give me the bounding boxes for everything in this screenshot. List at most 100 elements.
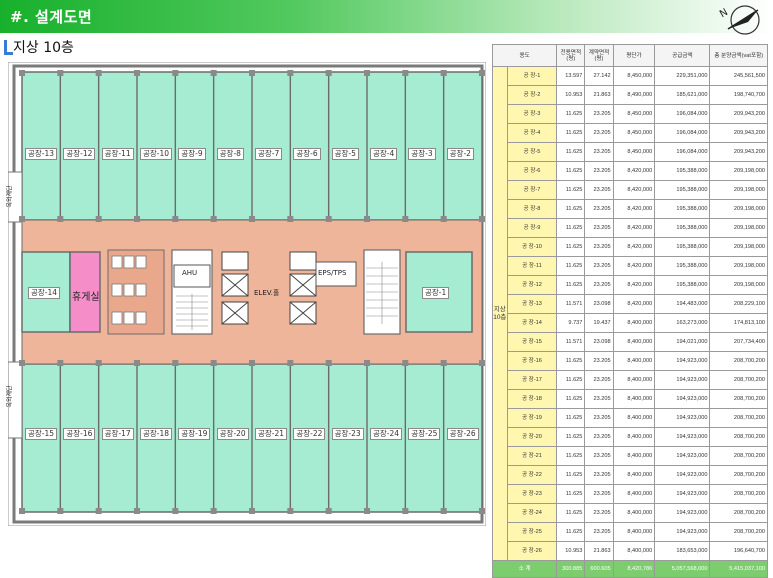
contract-area-cell: 23.098 <box>584 294 614 314</box>
total-amount-cell: 209,198,000 <box>709 180 768 200</box>
table-row: 공 장-23 11.625 23.205 8,400,000 194,923,000 20… <box>493 484 768 504</box>
exclusive-area-cell: 10.953 <box>556 85 586 105</box>
exclusive-area-cell: 13.597 <box>556 66 586 86</box>
total-amount-cell: 209,943,200 <box>709 142 768 162</box>
structural-column <box>95 216 102 222</box>
col-header-use: 용도 <box>491 44 558 67</box>
top-unit-label: 공장-10 <box>140 148 173 160</box>
supply-amount-cell: 194,021,000 <box>654 332 711 352</box>
exclusive-area-cell: 11.625 <box>556 123 586 143</box>
unit-price-cell: 8,420,000 <box>612 237 656 257</box>
table-row: 공 장-4 11.625 23.205 8,450,000 196,084,000 209… <box>493 123 768 143</box>
contract-area-cell: 23.205 <box>584 484 614 504</box>
unit-price-cell: 8,450,000 <box>612 104 656 124</box>
top-unit-label: 공장-6 <box>293 148 321 160</box>
unit-cell: 공 장-17 <box>506 370 558 390</box>
total-amount-cell: 207,734,400 <box>709 332 768 352</box>
exclusive-area-cell: 11.571 <box>556 332 586 352</box>
top-unit-label: 공장-12 <box>63 148 96 160</box>
unit-cell: 공 장-2 <box>506 85 558 105</box>
structural-column <box>402 70 409 76</box>
unit-price-cell: 8,400,000 <box>612 484 656 504</box>
structural-column <box>134 360 140 366</box>
exclusive-area-cell: 11.625 <box>556 446 586 466</box>
contract-area-cell: 23.205 <box>584 142 614 162</box>
total-amount-cell: 208,229,100 <box>709 294 768 314</box>
unit-cell: 공 장-3 <box>506 104 558 124</box>
supply-amount-cell: 194,923,000 <box>654 408 711 428</box>
structural-column <box>134 508 140 514</box>
table-row: 공 장-18 11.625 23.205 8,400,000 194,923,000 20… <box>493 389 768 409</box>
unit-cell: 공 장-9 <box>506 218 558 238</box>
structural-column <box>402 360 409 366</box>
exclusive-area-cell: 11.625 <box>556 351 586 371</box>
col-header-unit-price: 평단가 <box>612 44 656 67</box>
supply-amount-cell: 163,273,000 <box>654 313 711 333</box>
contract-area-cell: 23.205 <box>584 408 614 428</box>
supply-amount-cell: 183,653,000 <box>654 541 711 561</box>
structural-column <box>249 508 255 514</box>
total-amount-cell: 196,640,700 <box>709 541 768 561</box>
unit-cell: 공 장-15 <box>506 332 558 352</box>
structural-column <box>172 216 179 222</box>
exclusive-area-cell: 11.625 <box>556 408 586 428</box>
contract-area-cell: 23.205 <box>584 351 614 371</box>
contract-area-cell: 23.205 <box>584 123 614 143</box>
total-amount-cell: 209,943,200 <box>709 104 768 124</box>
total-amount-cell: 209,198,000 <box>709 237 768 257</box>
structural-column <box>440 508 447 514</box>
structural-column <box>172 508 179 514</box>
table-row: 공 장-20 11.625 23.205 8,400,000 194,923,000 20… <box>493 427 768 447</box>
unit-price-cell: 8,420,000 <box>612 294 656 314</box>
structural-column <box>57 216 64 222</box>
total-amount-cell: 208,700,200 <box>709 465 768 485</box>
unit-cell: 공 장-14 <box>506 313 558 333</box>
total-label-cell: 소 계 <box>491 560 558 578</box>
structural-column <box>287 70 294 76</box>
structural-column <box>95 360 102 366</box>
supply-amount-cell: 195,388,000 <box>654 218 711 238</box>
total-amount-cell: 208,700,200 <box>709 351 768 371</box>
unit-price-cell: 8,400,000 <box>612 389 656 409</box>
exclusive-area-cell: 11.625 <box>556 275 586 295</box>
top-unit-label: 공장-13 <box>25 148 58 160</box>
supply-amount-cell: 194,483,000 <box>654 294 711 314</box>
total-amount-cell: 174,813,100 <box>709 313 768 333</box>
bottom-unit-label: 공장-17 <box>101 428 134 440</box>
structural-column <box>287 508 294 514</box>
table-row: 공 장-14 9.737 19.437 8,400,000 163,273,000 174… <box>493 313 768 333</box>
total-unit_price-cell: 8,420,786 <box>612 560 656 578</box>
unit-price-cell: 8,420,000 <box>612 180 656 200</box>
supply-amount-cell: 195,388,000 <box>654 180 711 200</box>
table-row: 공 장-13 11.571 23.098 8,420,000 194,483,000 20… <box>493 294 768 314</box>
unit-cell: 공 장-7 <box>506 180 558 200</box>
total-amount-cell: 208,700,200 <box>709 370 768 390</box>
exclusive-area-cell: 9.737 <box>556 313 586 333</box>
structural-column <box>210 360 217 366</box>
table-row: 공 장-24 11.625 23.205 8,400,000 194,923,000 20… <box>493 503 768 523</box>
table-row: 공 장-6 11.625 23.205 8,420,000 195,388,000 209… <box>493 161 768 181</box>
bottom-unit-label: 공장-23 <box>331 428 364 440</box>
top-unit-label: 공장-2 <box>446 148 474 160</box>
structural-column <box>440 216 447 222</box>
contract-area-cell: 23.205 <box>584 180 614 200</box>
elev-hall-label: ELEV.홀 <box>254 289 280 297</box>
unit-cell: 공 장-12 <box>506 275 558 295</box>
unit-price-cell: 8,400,000 <box>612 446 656 466</box>
top-unit-label: 공장-5 <box>331 148 359 160</box>
supply-amount-cell: 194,923,000 <box>654 522 711 542</box>
col-header-exclusive-area: 전용면적(평) <box>556 44 586 67</box>
unit-price-cell: 8,420,000 <box>612 199 656 219</box>
total-amount-cell: 198,740,700 <box>709 85 768 105</box>
table-row: 공 장-11 11.625 23.205 8,420,000 195,388,000 20… <box>493 256 768 276</box>
table-row: 공 장-8 11.625 23.205 8,420,000 195,388,000 209… <box>493 199 768 219</box>
bottom-unit-label: 공장-25 <box>408 428 441 440</box>
structural-column <box>19 508 25 514</box>
unit-cell: 공 장-4 <box>506 123 558 143</box>
supply-amount-cell: 196,084,000 <box>654 123 711 143</box>
structural-column <box>325 216 332 222</box>
supply-amount-cell: 195,388,000 <box>654 161 711 181</box>
structural-column <box>249 216 255 222</box>
contract-area-cell: 23.205 <box>584 104 614 124</box>
unit-cell: 공 장-5 <box>506 142 558 162</box>
